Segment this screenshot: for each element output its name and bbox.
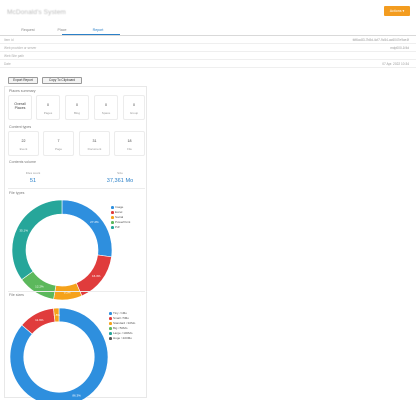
tab-place[interactable]: Place xyxy=(45,28,79,32)
info-key: Web provider or server xyxy=(4,46,37,50)
contents-volume-title: Contents volume xyxy=(9,160,36,164)
file-types-donut-chart: 27.2%16.3%9.2%12.2%35.1% xyxy=(11,199,113,301)
page-title: McDonald's System xyxy=(7,9,66,16)
summary-card-value: 0 xyxy=(105,103,107,107)
divider xyxy=(8,291,145,292)
tab-request[interactable]: Request xyxy=(11,28,45,32)
legend-swatch xyxy=(109,317,112,320)
legend-label: Social xyxy=(115,215,124,219)
files-count-value: 51 xyxy=(29,178,37,184)
legend-label: Excel xyxy=(115,210,123,214)
legend-label: Large <100Mo xyxy=(113,331,133,335)
top-bar: McDonald's System Actions ▾ xyxy=(0,0,416,26)
content-type-value: 18 xyxy=(127,139,132,143)
info-key: Date xyxy=(4,62,11,66)
legend-swatch xyxy=(111,216,114,219)
content-type-label: Page xyxy=(54,147,62,151)
legend-item[interactable]: Pdf xyxy=(111,225,130,230)
content-type-label: File xyxy=(127,147,132,151)
content-type-label: Document xyxy=(87,147,102,151)
file-sizes-title: File sizes xyxy=(9,293,24,297)
summary-card-label: Blog xyxy=(73,111,80,115)
slice-value-label: 12.2% xyxy=(35,285,44,289)
legend-label: Standard <10Mo xyxy=(113,321,136,325)
legend-swatch xyxy=(111,211,114,214)
info-value: mdp000-1f4d xyxy=(390,46,409,50)
info-key: Item id xyxy=(4,38,14,42)
legend-label: Small <5Mo xyxy=(113,316,129,320)
legend-swatch xyxy=(109,322,112,325)
summary-card: 0 Space xyxy=(94,95,118,120)
report-panel: Places summary Overall Places 0 Pages 0 … xyxy=(4,86,147,400)
file-sizes-legend: Tiny <1Mo Small <5Mo Standard <10Mo Big <50… xyxy=(109,311,135,341)
slice-value-label: 11.9% xyxy=(35,318,44,322)
slice-value-label: 35.1% xyxy=(19,229,28,233)
info-value: fdf6cc83-7b8d-4cf7-9c54-ac6047e9ce4f xyxy=(352,38,409,42)
info-value: 07 Apr. 2022 10:34 xyxy=(382,62,409,66)
legend-label: Pdf xyxy=(115,225,120,229)
summary-card-value: 0 xyxy=(133,103,135,107)
legend-label: PowerPoint xyxy=(115,220,131,224)
legend-swatch xyxy=(109,312,112,315)
info-row: Web Site path xyxy=(0,52,416,60)
donut-slice-image[interactable] xyxy=(61,199,113,258)
legend-item[interactable]: Huge >100Mo xyxy=(109,336,135,341)
legend-label: Image xyxy=(115,205,124,209)
file-sizes-donut-chart: 86.3% 11.9% 1.8% xyxy=(9,307,109,400)
summary-card: 0 Group xyxy=(123,95,145,120)
file-types-legend: Image Excel Social PowerPoint Pdf xyxy=(111,205,130,230)
legend-swatch xyxy=(109,337,112,340)
info-row: Date 07 Apr. 2022 10:34 xyxy=(0,60,416,68)
actions-button[interactable]: Actions ▾ xyxy=(384,6,410,16)
tab-report[interactable]: Report xyxy=(81,28,115,32)
content-type-card: 18 File xyxy=(114,131,145,156)
summary-card-value: Overall Places xyxy=(14,102,26,110)
legend-label: Huge >100Mo xyxy=(113,336,132,340)
size-label: Size xyxy=(117,171,123,175)
content-type-value: 22 xyxy=(21,139,26,143)
summary-card-label: Space xyxy=(101,111,111,115)
summary-card-label: Group xyxy=(129,111,139,115)
export-report-button[interactable]: Export Report xyxy=(8,77,38,84)
content-type-label: Event xyxy=(19,147,28,151)
content-type-value: 31 xyxy=(92,139,97,143)
info-row: Item id fdf6cc83-7b8d-4cf7-9c54-ac6047e9… xyxy=(0,36,416,44)
places-summary-title: Places summary xyxy=(9,89,36,93)
donut-slice-pdf[interactable] xyxy=(11,199,63,281)
tab-bar: Request Place Report xyxy=(0,26,416,36)
copy-to-clipboard-button[interactable]: Copy To Clipboard xyxy=(42,77,82,84)
summary-card: Overall Places xyxy=(8,95,32,120)
summary-card-label: Pages xyxy=(43,111,53,115)
slice-value-label: 27.2% xyxy=(90,220,99,224)
content-type-card: 22 Event xyxy=(8,131,39,156)
info-key: Web Site path xyxy=(4,54,24,58)
size-value: 37,361 Mo xyxy=(106,178,134,184)
summary-card-value: 0 xyxy=(76,103,78,107)
legend-swatch xyxy=(111,221,114,224)
content-type-card: 7 Page xyxy=(43,131,74,156)
divider xyxy=(8,188,145,189)
info-table: Item id fdf6cc83-7b8d-4cf7-9c54-ac6047e9… xyxy=(0,36,416,68)
slice-value-label: 86.3% xyxy=(72,393,81,397)
legend-swatch xyxy=(109,327,112,330)
legend-swatch xyxy=(111,206,114,209)
info-row: Web provider or server mdp000-1f4d xyxy=(0,44,416,52)
summary-card-value: 0 xyxy=(47,103,49,107)
files-count-label: Files count xyxy=(25,171,41,175)
summary-card: 0 Pages xyxy=(36,95,60,120)
legend-swatch xyxy=(111,226,114,229)
legend-swatch xyxy=(109,332,112,335)
legend-label: Tiny <1Mo xyxy=(113,311,127,315)
content-type-card: 31 Document xyxy=(79,131,110,156)
summary-card: 0 Blog xyxy=(65,95,89,120)
slice-value-label: 16.3% xyxy=(92,274,101,278)
legend-label: Big <50Mo xyxy=(113,326,128,330)
content-types-title: Content types xyxy=(9,125,32,129)
slice-value-label: 1.8% xyxy=(53,313,60,317)
content-type-value: 7 xyxy=(57,139,60,143)
file-types-title: File types xyxy=(9,191,25,195)
